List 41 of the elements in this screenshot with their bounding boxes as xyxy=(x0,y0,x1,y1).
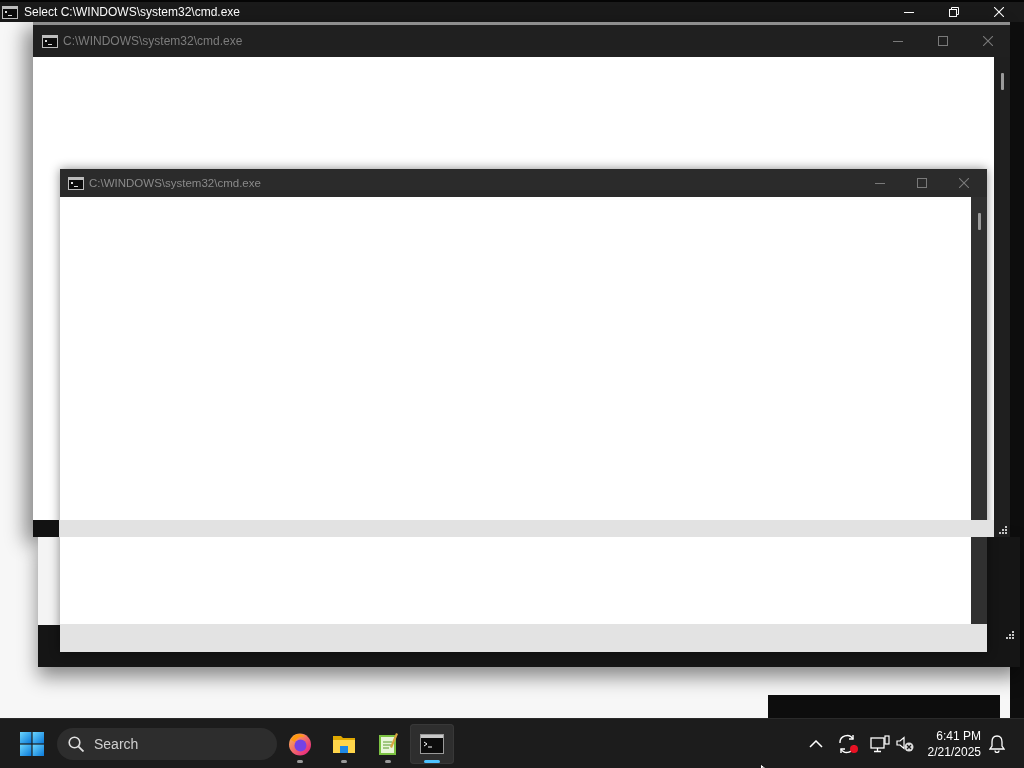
speaker-muted-icon[interactable] xyxy=(895,735,914,752)
bell-icon[interactable] xyxy=(989,734,1005,753)
chevron-up-icon[interactable] xyxy=(808,739,823,748)
window-title: Select C:\WINDOWS\system32\cmd.exe xyxy=(24,5,241,19)
flame-globe-icon xyxy=(288,731,312,756)
running-indicator-icon xyxy=(385,759,391,763)
minimize-icon xyxy=(903,11,914,13)
mouse-cursor-icon xyxy=(760,764,768,768)
resize-grip[interactable] xyxy=(994,520,1010,537)
window-title: C:\WINDOWS\system32\cmd.exe xyxy=(63,34,243,48)
sync-icon[interactable] xyxy=(836,733,859,754)
console-icon xyxy=(42,34,58,48)
close-icon xyxy=(959,178,969,188)
restore-icon xyxy=(948,7,959,17)
minimize-icon xyxy=(892,40,903,42)
notebook-icon xyxy=(378,731,398,756)
console-icon xyxy=(68,176,84,190)
maximize-icon xyxy=(917,178,927,188)
scrollbar-thumb[interactable] xyxy=(977,213,981,230)
terminal-icon xyxy=(420,733,444,754)
close-icon xyxy=(993,7,1004,17)
folder-icon xyxy=(332,733,356,754)
search-icon xyxy=(68,735,84,752)
running-indicator-icon xyxy=(341,759,347,763)
maximize-icon xyxy=(937,36,948,46)
taskbar-app-button[interactable] xyxy=(410,723,454,764)
search-field[interactable]: Search xyxy=(57,727,277,760)
running-indicator-icon xyxy=(424,759,440,763)
window-title: C:\WINDOWS\system32\cmd.exe xyxy=(89,177,261,189)
monitor-icon[interactable] xyxy=(869,734,890,753)
minimize-icon xyxy=(875,182,885,184)
scrollbar-thumb[interactable] xyxy=(1000,73,1004,90)
scrollbar[interactable] xyxy=(971,197,987,624)
close-icon xyxy=(982,36,993,46)
frame-edge xyxy=(33,520,59,537)
running-indicator-icon xyxy=(297,759,303,763)
clock-time[interactable]: 6:41 PM xyxy=(936,727,981,744)
resize-grip-icon[interactable] xyxy=(1006,631,1014,639)
clock-date[interactable]: 2/21/2025 xyxy=(927,743,981,760)
resize-grip-icon[interactable] xyxy=(999,526,1007,534)
tiles-icon xyxy=(20,731,44,756)
